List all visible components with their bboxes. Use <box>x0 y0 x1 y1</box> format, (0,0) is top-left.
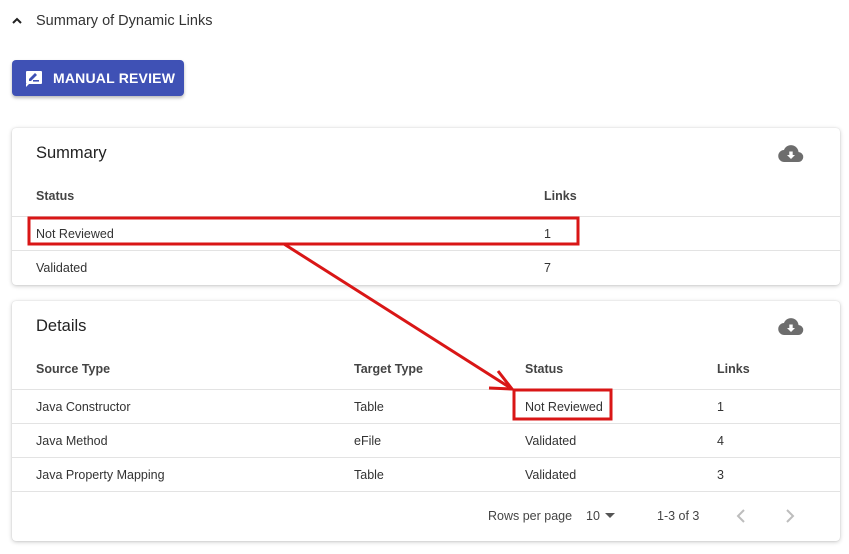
cloud-download-icon[interactable] <box>778 317 804 337</box>
links-cell: 7 <box>544 261 551 275</box>
target-type-cell: Table <box>354 400 384 414</box>
section-title: Summary of Dynamic Links <box>36 13 213 29</box>
rows-per-page-value: 10 <box>586 509 600 523</box>
target-type-cell: Table <box>354 468 384 482</box>
column-header-links: Links <box>544 189 577 203</box>
links-cell: 4 <box>717 434 724 448</box>
column-header-source-type: Source Type <box>36 362 111 376</box>
links-cell: 1 <box>717 400 724 414</box>
table-row[interactable]: Validated 7 <box>12 250 840 285</box>
source-type-cell: Java Method <box>36 434 108 448</box>
table-footer <box>12 491 840 542</box>
chevron-right-icon[interactable] <box>780 506 800 526</box>
rate-review-icon <box>25 69 43 87</box>
table-row[interactable]: Java Method eFile Validated 4 <box>12 423 840 458</box>
status-cell: Validated <box>525 434 577 448</box>
manual-review-label: MANUAL REVIEW <box>53 70 176 86</box>
details-card: Details Source Type Target Type Status L… <box>12 301 840 541</box>
details-title: Details <box>36 317 87 335</box>
chevron-left-icon[interactable] <box>731 506 751 526</box>
source-type-cell: Java Constructor <box>36 400 131 414</box>
links-cell: 1 <box>544 227 551 241</box>
column-header-target-type: Target Type <box>354 362 423 376</box>
chevron-up-icon[interactable] <box>10 14 24 28</box>
column-header-status: Status <box>36 189 75 203</box>
section-header[interactable]: Summary of Dynamic Links <box>10 8 212 34</box>
target-type-cell: eFile <box>354 434 382 448</box>
status-cell: Validated <box>525 468 577 482</box>
manual-review-button[interactable]: MANUAL REVIEW <box>12 60 184 96</box>
summary-title: Summary <box>36 144 107 162</box>
cloud-download-icon[interactable] <box>778 144 804 164</box>
rows-per-page-label: Rows per page <box>488 509 573 523</box>
status-cell: Not Reviewed <box>525 400 603 414</box>
links-cell: 3 <box>717 468 724 482</box>
source-type-cell: Java Property Mapping <box>36 468 165 482</box>
arrow-drop-down-icon <box>604 512 616 520</box>
column-header-links: Links <box>717 362 750 376</box>
column-header-status: Status <box>525 362 564 376</box>
rows-per-page-select[interactable]: 10 <box>586 505 622 527</box>
summary-card: Summary Status Links Not Reviewed 1 Vali… <box>12 128 840 285</box>
table-row[interactable]: Java Constructor Table Not Reviewed 1 <box>12 389 840 424</box>
table-row[interactable]: Not Reviewed 1 <box>12 216 840 251</box>
table-row[interactable]: Java Property Mapping Table Validated 3 <box>12 457 840 492</box>
pagination-range: 1-3 of 3 <box>657 509 700 523</box>
status-cell: Not Reviewed <box>36 227 114 241</box>
status-cell: Validated <box>36 261 88 275</box>
